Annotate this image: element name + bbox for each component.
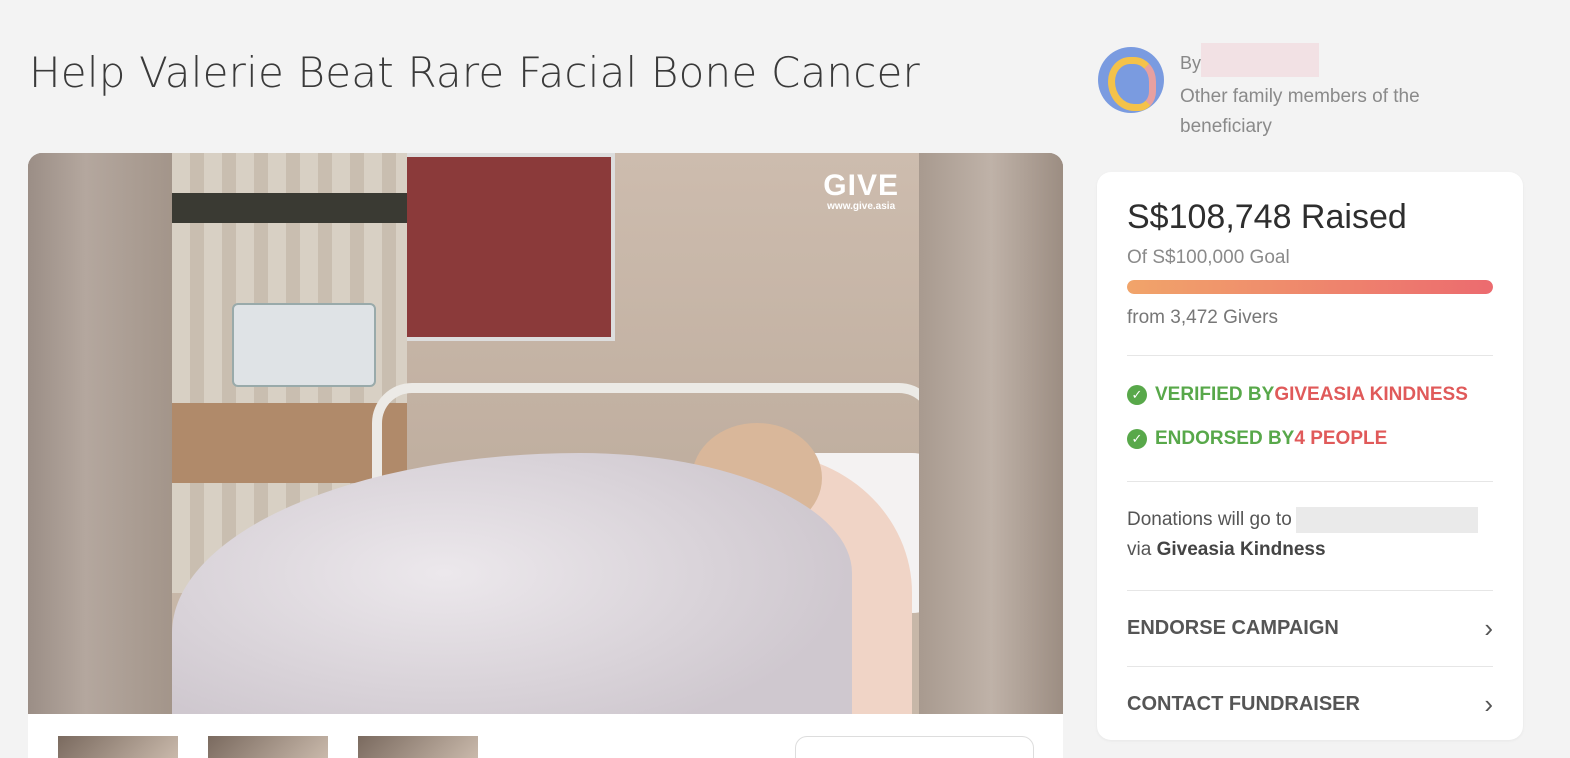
- hero-blur-left: [28, 153, 172, 714]
- media-gallery: GIVE www.give.asia: [28, 153, 1063, 758]
- page-title: Help Valerie Beat Rare Facial Bone Cance…: [29, 48, 921, 97]
- goal-amount: Of S$100,000 Goal: [1127, 247, 1290, 268]
- give-watermark-logo: GIVE www.give.asia: [823, 169, 899, 212]
- endorsed-badge: ✓ ENDORSED BY 4 PEOPLE: [1127, 428, 1387, 450]
- progress-fill: [1127, 280, 1493, 294]
- verified-badge: ✓ VERIFIED BY GIVEASIA KINDNESS: [1127, 384, 1468, 406]
- progress-bar: [1127, 280, 1493, 294]
- endorse-campaign-button[interactable]: ENDORSE CAMPAIGN ›: [1127, 608, 1493, 648]
- thumbnail[interactable]: [208, 736, 328, 758]
- endorsers-link[interactable]: 4 PEOPLE: [1294, 428, 1387, 450]
- donation-recipient: Donations will go to via Giveasia Kindne…: [1127, 505, 1497, 565]
- infusion-pump: [232, 303, 376, 387]
- redacted-recipient: [1295, 506, 1478, 533]
- contact-fundraiser-button[interactable]: CONTACT FUNDRAISER ›: [1127, 684, 1493, 724]
- divider: [1127, 666, 1493, 667]
- hero-blur-right: [919, 153, 1063, 714]
- patient-photo: GIVE www.give.asia: [172, 153, 919, 714]
- thumbnail[interactable]: [58, 736, 178, 758]
- givers-count: from 3,472 Givers: [1127, 307, 1278, 328]
- redacted-author-name: [1201, 43, 1320, 77]
- divider: [1127, 481, 1493, 482]
- via-organization: Giveasia Kindness: [1156, 539, 1326, 560]
- share-button[interactable]: [795, 736, 1034, 758]
- check-circle-icon: ✓: [1127, 429, 1147, 449]
- hero-image[interactable]: GIVE www.give.asia: [28, 153, 1063, 714]
- check-circle-icon: ✓: [1127, 385, 1147, 405]
- avatar[interactable]: [1098, 47, 1164, 113]
- chevron-right-icon: ›: [1484, 612, 1493, 643]
- author-relation: Other family members of the beneficiary: [1180, 86, 1420, 137]
- divider: [1127, 355, 1493, 356]
- verified-by-link[interactable]: GIVEASIA KINDNESS: [1274, 384, 1468, 406]
- by-label: By: [1180, 52, 1202, 73]
- donation-card: S$108,748 Raised Of S$100,000 Goal from …: [1097, 172, 1523, 740]
- chevron-right-icon: ›: [1484, 688, 1493, 719]
- divider: [1127, 590, 1493, 591]
- amount-raised: S$108,748 Raised: [1127, 198, 1407, 236]
- thumbnail[interactable]: [358, 736, 478, 758]
